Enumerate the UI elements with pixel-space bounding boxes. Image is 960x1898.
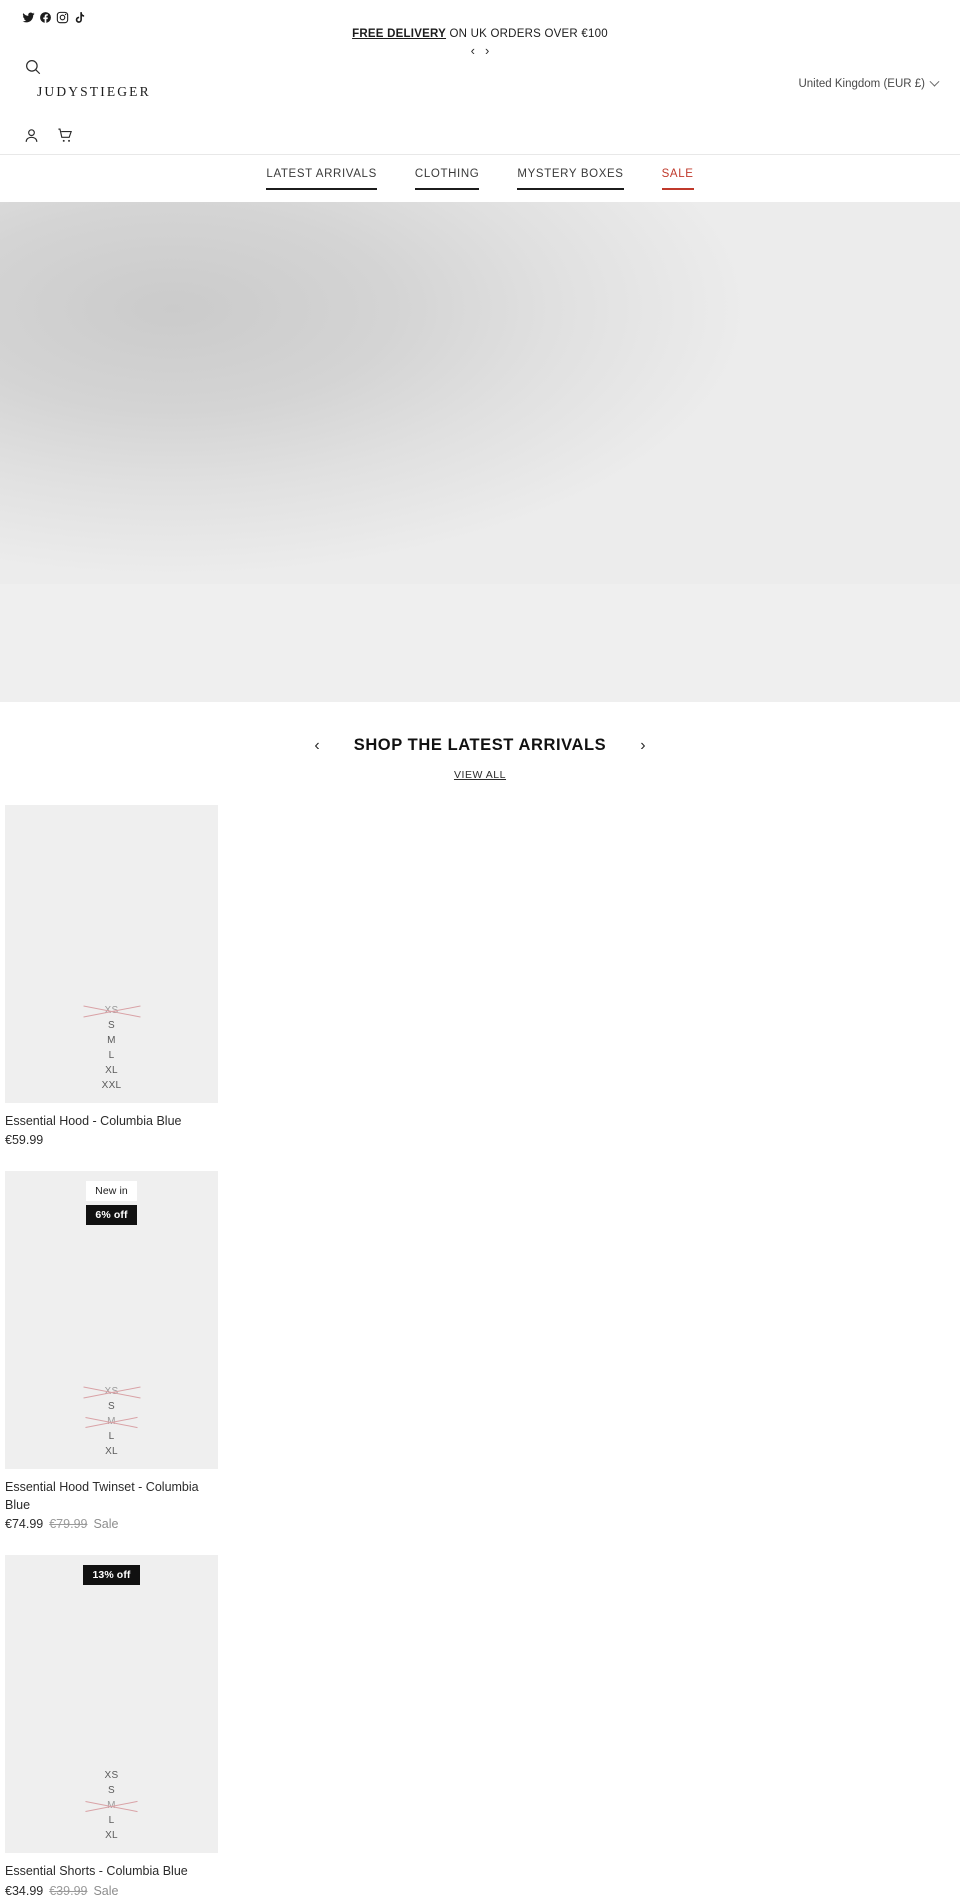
- locale-selector[interactable]: United Kingdom (EUR £): [798, 76, 940, 90]
- price-compare-at: €79.99: [49, 1517, 88, 1532]
- chevron-down-icon: [929, 76, 940, 87]
- nav-item-mystery-boxes[interactable]: MYSTERY BOXES: [517, 168, 624, 190]
- price-sale-label: Sale: [93, 1883, 119, 1898]
- tiktok-icon[interactable]: [73, 11, 86, 24]
- size-option[interactable]: S: [106, 1400, 117, 1414]
- view-all-link-wrap: VIEW ALL: [0, 765, 960, 783]
- section-title: SHOP THE LATEST ARRIVALS: [353, 736, 607, 754]
- badge-discount: 13% off: [83, 1565, 140, 1586]
- size-option[interactable]: S: [106, 1019, 117, 1033]
- twitter-icon[interactable]: [22, 11, 35, 24]
- site-header: United Kingdom (EUR £) JUDYSTIEGER: [0, 34, 960, 154]
- nav-list: LATEST ARRIVALS CLOTHING MYSTERY BOXES S…: [266, 168, 694, 190]
- account-icon: [25, 128, 37, 142]
- badge-new-in: New in: [86, 1181, 137, 1202]
- size-option[interactable]: S: [106, 1784, 117, 1798]
- size-option[interactable]: L: [107, 1814, 117, 1828]
- product-image[interactable]: XS S M L XL XXL: [5, 805, 218, 1103]
- locale-label: United Kingdom (EUR £): [798, 78, 925, 90]
- account-button[interactable]: [18, 122, 44, 148]
- size-option[interactable]: XL: [103, 1829, 120, 1843]
- price-compare-at: €39.99: [49, 1883, 88, 1898]
- product-price: €59.99: [5, 1133, 218, 1147]
- product-badges: 13% off: [5, 1565, 218, 1586]
- size-option[interactable]: M: [105, 1799, 118, 1813]
- size-list: XS S M L XL XXL: [5, 1004, 218, 1093]
- product-image[interactable]: 13% off XS S M L XL: [5, 1555, 218, 1854]
- nav-item-sale[interactable]: SALE: [661, 168, 694, 190]
- cart-button[interactable]: [52, 122, 78, 148]
- badge-discount: 6% off: [86, 1205, 137, 1226]
- size-option[interactable]: XL: [103, 1445, 120, 1459]
- search-icon: [26, 60, 41, 75]
- price-sale-label: Sale: [93, 1517, 119, 1532]
- hero-banner[interactable]: [0, 202, 960, 584]
- social-links: [22, 11, 86, 24]
- size-option[interactable]: XS: [103, 1385, 121, 1399]
- section-header: ‹ SHOP THE LATEST ARRIVALS ›: [0, 736, 960, 755]
- cart-icon: [57, 128, 72, 142]
- product-title[interactable]: Essential Shorts - Columbia Blue: [5, 1862, 218, 1880]
- view-all-link[interactable]: VIEW ALL: [454, 769, 506, 781]
- brand-logo[interactable]: JUDYSTIEGER: [37, 84, 151, 100]
- product-grid: XS S M L XL XXL Essential Hood - Columbi…: [0, 805, 960, 1898]
- price-current: €59.99: [5, 1133, 44, 1148]
- main-navigation: LATEST ARRIVALS CLOTHING MYSTERY BOXES S…: [0, 154, 960, 202]
- price-current: €74.99: [5, 1517, 44, 1532]
- size-list: XS S M L XL: [5, 1385, 218, 1459]
- size-option[interactable]: L: [107, 1049, 117, 1063]
- size-option[interactable]: XS: [103, 1769, 121, 1783]
- carousel-prev-icon[interactable]: ‹: [314, 737, 319, 754]
- size-option[interactable]: XS: [103, 1004, 121, 1018]
- product-image[interactable]: New in 6% off XS S M L XL: [5, 1171, 218, 1470]
- product-title[interactable]: Essential Hood Twinset - Columbia Blue: [5, 1478, 218, 1514]
- top-bar: FREE DELIVERY ON UK ORDERS OVER €100 ‹ ›: [0, 0, 960, 57]
- product-price: €74.99 €79.99 Sale: [5, 1517, 218, 1531]
- product-price: €34.99 €39.99 Sale: [5, 1884, 218, 1898]
- instagram-icon[interactable]: [56, 11, 69, 24]
- facebook-icon[interactable]: [39, 11, 52, 24]
- product-badges: New in 6% off: [5, 1181, 218, 1226]
- size-option[interactable]: XL: [103, 1064, 120, 1078]
- price-current: €34.99: [5, 1883, 44, 1898]
- size-option[interactable]: M: [105, 1034, 118, 1048]
- size-option[interactable]: XXL: [100, 1079, 124, 1093]
- product-card[interactable]: New in 6% off XS S M L XL Essential Hood…: [5, 1171, 218, 1531]
- latest-arrivals-section: ‹ SHOP THE LATEST ARRIVALS › VIEW ALL XS…: [0, 702, 960, 1898]
- nav-item-latest-arrivals[interactable]: LATEST ARRIVALS: [266, 168, 378, 190]
- product-card[interactable]: 13% off XS S M L XL Essential Shorts - C…: [5, 1555, 218, 1898]
- size-option[interactable]: L: [107, 1430, 117, 1444]
- search-button[interactable]: [20, 54, 46, 80]
- hero-placeholder-strip: [0, 584, 960, 702]
- product-card[interactable]: XS S M L XL XXL Essential Hood - Columbi…: [5, 805, 218, 1147]
- size-list: XS S M L XL: [5, 1769, 218, 1843]
- product-title[interactable]: Essential Hood - Columbia Blue: [5, 1112, 218, 1130]
- nav-item-clothing[interactable]: CLOTHING: [414, 168, 480, 190]
- size-option[interactable]: M: [105, 1415, 118, 1429]
- header-utilities: [18, 122, 78, 148]
- carousel-next-icon[interactable]: ›: [640, 737, 645, 754]
